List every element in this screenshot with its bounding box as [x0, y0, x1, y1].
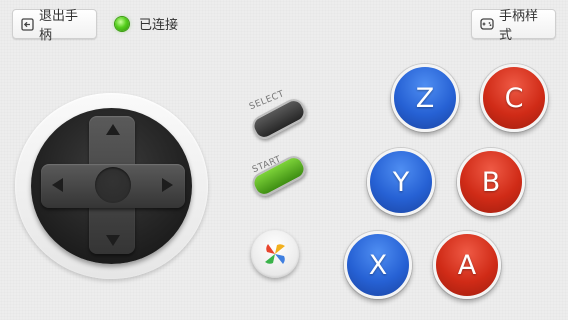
style-label: 手柄样式 — [499, 9, 539, 43]
dpad-down-icon[interactable] — [106, 235, 120, 246]
dpad-up-icon[interactable] — [106, 124, 120, 135]
gamepad-icon — [480, 18, 494, 30]
dpad-right-icon[interactable] — [162, 178, 173, 192]
dpad-left-icon[interactable] — [52, 178, 63, 192]
app-logo-icon — [265, 244, 285, 264]
y-button[interactable]: Y — [367, 148, 435, 216]
b-button[interactable]: B — [457, 148, 525, 216]
connection-status: 已连接 — [115, 14, 178, 33]
connection-status-text: 已连接 — [139, 18, 179, 33]
dpad-center — [95, 167, 131, 203]
a-button[interactable]: A — [433, 231, 501, 299]
z-button[interactable]: Z — [391, 64, 459, 132]
exit-label: 退出手柄 — [39, 9, 79, 43]
exit-icon — [21, 17, 34, 31]
exit-gamepad-button[interactable]: 退出手柄 — [12, 9, 97, 43]
x-button[interactable]: X — [344, 231, 412, 299]
connected-led-icon — [115, 16, 129, 31]
c-button[interactable]: C — [480, 64, 548, 132]
home-logo-button[interactable] — [251, 230, 299, 278]
gamepad-style-button[interactable]: 手柄样式 — [471, 9, 556, 43]
